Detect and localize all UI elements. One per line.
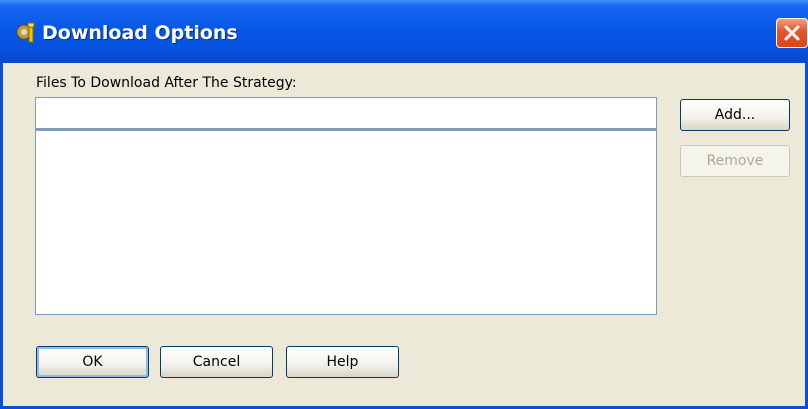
ok-button[interactable]: OK	[36, 346, 149, 378]
files-listbox[interactable]	[35, 129, 657, 315]
gear-app-icon	[14, 20, 40, 46]
download-options-dialog: Download Options Files To Download After…	[0, 0, 808, 409]
title-bar[interactable]: Download Options	[0, 0, 808, 63]
cancel-button[interactable]: Cancel	[160, 346, 273, 378]
add-button[interactable]: Add...	[680, 99, 790, 131]
close-button[interactable]	[776, 18, 808, 48]
dialog-body: Files To Download After The Strategy: Ad…	[3, 63, 805, 406]
remove-button[interactable]: Remove	[680, 145, 790, 177]
help-button[interactable]: Help	[286, 346, 399, 378]
files-label: Files To Download After The Strategy:	[36, 75, 297, 91]
close-icon	[784, 25, 800, 41]
dialog-title: Download Options	[42, 22, 238, 44]
file-name-input[interactable]	[35, 97, 657, 129]
